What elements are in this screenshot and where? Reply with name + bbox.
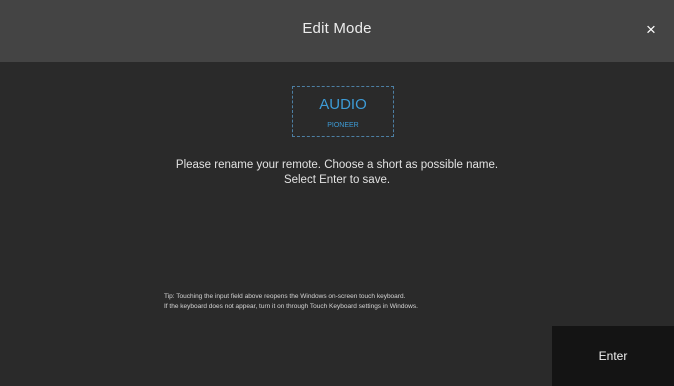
remote-name-input[interactable]: AUDIO PIONEER bbox=[292, 86, 394, 137]
tip-line-2: If the keyboard does not appear, turn it… bbox=[164, 302, 418, 310]
instruction-line-2: Select Enter to save. bbox=[283, 174, 391, 186]
enter-button[interactable]: Enter bbox=[552, 326, 674, 386]
header-bar: Edit Mode × bbox=[0, 0, 674, 62]
edit-mode-dialog: Edit Mode × AUDIO PIONEER Please rename … bbox=[0, 0, 674, 386]
instruction-line-1: Please rename your remote. Choose a shor… bbox=[175, 159, 499, 171]
remote-name-value: AUDIO bbox=[319, 96, 367, 113]
page-title: Edit Mode bbox=[302, 20, 372, 37]
tip-line-1: Tip: Touching the input field above reop… bbox=[164, 293, 406, 300]
keyboard-tip: Tip: Touching the input field above reop… bbox=[164, 292, 418, 311]
rename-instructions: Please rename your remote. Choose a shor… bbox=[0, 158, 674, 188]
close-icon[interactable]: × bbox=[640, 19, 662, 41]
remote-brand-label: PIONEER bbox=[327, 122, 359, 129]
